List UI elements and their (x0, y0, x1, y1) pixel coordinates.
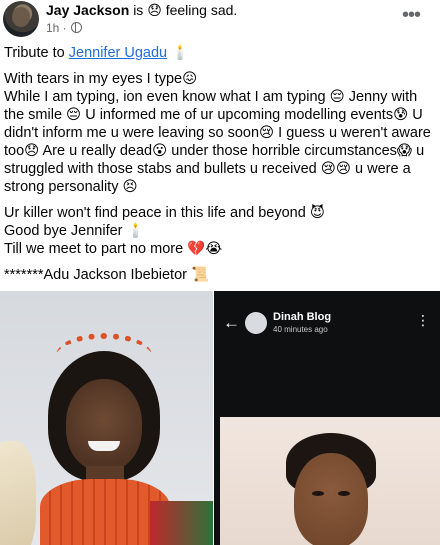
face (294, 453, 368, 545)
story-header: ← Dinah Blog 40 minutes ago ⋮ (214, 305, 440, 345)
post-header: Jay Jackson is 😞 feeling sad. 1h · ••• (0, 0, 440, 38)
signature: *******Adu Jackson Ibebietor 📜 (4, 267, 210, 283)
tribute-prefix: Tribute to (4, 45, 65, 61)
face (66, 379, 142, 471)
coral-bead-crown (56, 333, 152, 379)
author-name[interactable]: Jay Jackson (46, 2, 129, 18)
candle-icon: 🕯️ (171, 45, 190, 61)
facebook-post: Jay Jackson is 😞 feeling sad. 1h · ••• T… (0, 0, 440, 545)
blog-name[interactable]: Dinah Blog (273, 311, 331, 323)
post-text: Tribute to Jennifer Ugadu 🕯️ With tears … (4, 44, 434, 284)
post-meta: 1h · (46, 21, 83, 35)
wrapper-cloth (150, 501, 213, 545)
photo-story-screenshot[interactable]: ← Dinah Blog 40 minutes ago ⋮ (214, 291, 440, 545)
eye (312, 491, 324, 496)
author-avatar[interactable] (3, 1, 39, 37)
is-text: is (133, 2, 144, 18)
arrow-left-icon[interactable]: ← (223, 313, 240, 333)
more-horizontal-icon[interactable]: ••• (402, 5, 421, 25)
post-time[interactable]: 1h · (46, 21, 67, 35)
story-photo (220, 417, 440, 545)
smile (88, 441, 120, 451)
paragraph-1: With tears in my eyes I type😖 While I am… (4, 71, 431, 195)
paragraph-2-line-2: Good bye Jennifer 🕯️ (4, 223, 145, 239)
sad-face-icon: 😞 (147, 2, 162, 18)
paragraph-2-line-1: Ur killer won't find peace in this life … (4, 205, 325, 221)
blog-avatar (245, 312, 267, 334)
feeling-text: feeling sad. (165, 2, 238, 18)
more-vertical-icon[interactable]: ⋮ (416, 313, 430, 327)
feather-fan (0, 441, 36, 545)
eye (338, 491, 350, 496)
photo-woman-portrait[interactable] (0, 291, 213, 545)
blog-time: 40 minutes ago (273, 325, 328, 334)
photo-grid: ← Dinah Blog 40 minutes ago ⋮ (0, 291, 440, 545)
globe-icon (71, 22, 83, 33)
tribute-line: Tribute to Jennifer Ugadu 🕯️ (4, 44, 434, 62)
author-line: Jay Jackson is 😞 feeling sad. (46, 2, 237, 19)
paragraph-2-line-3: Till we meet to part no more 💔😭 (4, 241, 223, 257)
tribute-link[interactable]: Jennifer Ugadu (69, 45, 167, 61)
